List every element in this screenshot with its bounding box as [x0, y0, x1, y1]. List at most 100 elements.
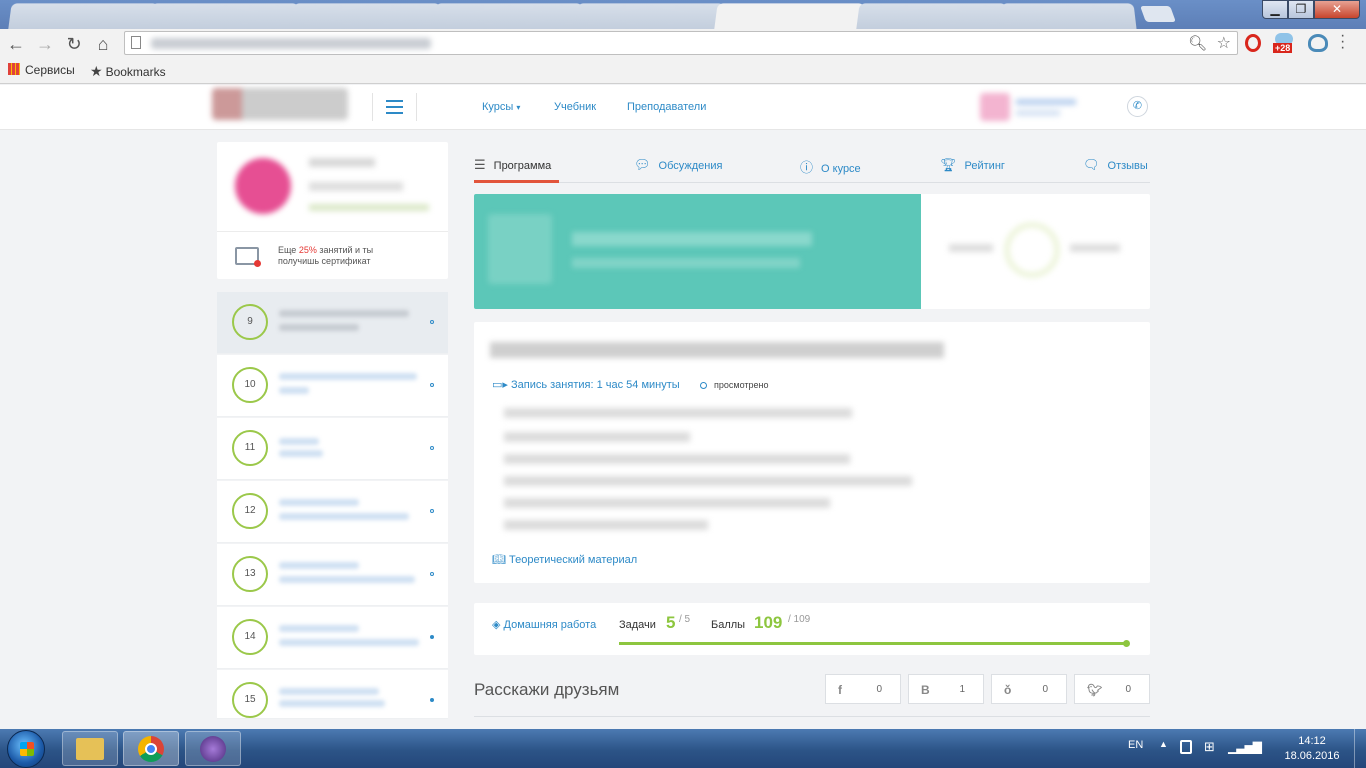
- nav-teachers[interactable]: Преподаватели: [627, 101, 706, 113]
- browser-tab-active[interactable]: [714, 3, 868, 30]
- nav-courses[interactable]: Курсы ▾: [482, 101, 520, 113]
- tab-label: О курсе: [821, 163, 861, 175]
- tab-discussions[interactable]: 💬︎ Обсуждения: [634, 157, 722, 173]
- trophy-icon: 🏆︎: [940, 157, 957, 172]
- lesson-item[interactable]: 10: [217, 355, 448, 417]
- banner-info: [1070, 244, 1120, 252]
- active-tab-underline: [474, 180, 559, 183]
- divider: [217, 231, 448, 232]
- homework-progress-fill: [619, 642, 1127, 645]
- site-logo[interactable]: [212, 88, 348, 120]
- tabs-divider: [474, 182, 1150, 183]
- status-dot-icon: [430, 446, 434, 450]
- show-desktop-button[interactable]: [1354, 729, 1366, 768]
- lesson-number: 12: [232, 493, 268, 529]
- browser-tab[interactable]: [574, 3, 728, 30]
- tab-label: Программа: [493, 160, 552, 172]
- app-taskbar-button[interactable]: [185, 731, 241, 766]
- browser-tab[interactable]: [8, 3, 162, 30]
- share-twitter-button[interactable]: 🐦︎ 0: [1074, 674, 1150, 704]
- chrome-taskbar-button[interactable]: [123, 731, 179, 766]
- lesson-item[interactable]: 13: [217, 544, 448, 606]
- menu-icon[interactable]: · · ·: [1340, 28, 1345, 56]
- volume-icon[interactable]: 🔊︎: [1253, 738, 1262, 755]
- nav-textbook[interactable]: Учебник: [554, 101, 596, 113]
- tab-label: Рейтинг: [964, 160, 1005, 172]
- share-ok-button[interactable]: ǒ0: [991, 674, 1067, 704]
- browser-tabstrip: ▁ ❐ ✕: [0, 0, 1366, 30]
- browser-tab[interactable]: [856, 3, 1010, 30]
- extension-icon[interactable]: [1308, 34, 1328, 52]
- new-tab-button[interactable]: [1140, 6, 1176, 22]
- status-dot-icon: [430, 698, 434, 702]
- reload-icon[interactable]: ↻: [63, 33, 85, 55]
- browser-tab[interactable]: [432, 3, 586, 30]
- battery-icon[interactable]: [1180, 740, 1192, 754]
- cert-suffix: занятий и ты: [319, 245, 374, 255]
- start-button[interactable]: [7, 730, 45, 768]
- maximize-button[interactable]: ❐: [1288, 0, 1314, 19]
- windows-flag-icon[interactable]: ⊞: [1204, 739, 1215, 755]
- theory-link[interactable]: 📖︎ Теоретический материал: [492, 553, 637, 566]
- status-dot-icon: [430, 635, 434, 639]
- tab-about[interactable]: ⓘ О курсе: [800, 157, 861, 176]
- certificate-icon: [235, 247, 261, 267]
- recording-link[interactable]: ▭▸ Запись занятия: 1 час 54 минуты: [492, 378, 680, 391]
- progress-knob: [1123, 640, 1130, 647]
- browser-tab[interactable]: [148, 3, 302, 30]
- browser-tab[interactable]: [998, 3, 1137, 30]
- cert-percent: 25%: [298, 245, 317, 255]
- tasks-done: 5: [666, 613, 676, 632]
- lesson-item[interactable]: 14: [217, 607, 448, 669]
- extension-icon[interactable]: +28: [1273, 33, 1297, 55]
- bookmark-label: Bookmarks: [105, 65, 166, 79]
- bookmarks-bar: Сервисы ★ Bookmarks: [0, 58, 1366, 84]
- bookmark-apps[interactable]: Сервисы: [8, 63, 75, 77]
- browser-tab[interactable]: [290, 3, 444, 30]
- share-facebook-button[interactable]: f0: [825, 674, 901, 704]
- profile-stats: [309, 204, 429, 211]
- tab-program[interactable]: ☰ Программа: [474, 157, 551, 173]
- twitter-icon: 🐦︎: [1087, 683, 1103, 697]
- lesson-item[interactable]: 12: [217, 481, 448, 543]
- forward-icon[interactable]: →: [34, 33, 56, 55]
- topic-line: [504, 432, 690, 442]
- hamburger-menu-icon[interactable]: [386, 100, 403, 114]
- theory-label: Теоретический материал: [509, 554, 638, 566]
- back-icon[interactable]: ←: [5, 33, 27, 55]
- share-count: 0: [1125, 684, 1131, 695]
- lesson-item[interactable]: 11: [217, 418, 448, 480]
- zoom-icon[interactable]: 🔍︎: [1188, 34, 1207, 52]
- phone-icon[interactable]: ✆: [1127, 96, 1148, 117]
- tab-rating[interactable]: 🏆︎ Рейтинг: [940, 157, 1005, 173]
- homework-link[interactable]: ◈ Домашняя работа: [492, 618, 596, 631]
- lesson-number: 13: [232, 556, 268, 592]
- tab-reviews[interactable]: 🗨︎ Отзывы: [1083, 157, 1148, 173]
- folder-icon: [76, 738, 104, 760]
- explorer-taskbar-button[interactable]: [62, 731, 118, 766]
- nav-courses-label: Курсы: [482, 101, 514, 113]
- language-indicator[interactable]: EN: [1128, 739, 1143, 751]
- share-count: 1: [959, 684, 965, 695]
- certificate-text: Еще 25% занятий и ты получишь сертификат: [278, 245, 373, 267]
- bookmark-star-icon[interactable]: ☆: [1217, 33, 1231, 53]
- chat-icon: 💬︎: [634, 157, 651, 172]
- minimize-button[interactable]: ▁: [1262, 0, 1288, 19]
- lesson-item[interactable]: 9: [217, 292, 448, 354]
- clock[interactable]: 14:12 18.06.2016: [1280, 734, 1344, 764]
- tray-expand-icon[interactable]: ▲: [1159, 739, 1168, 749]
- lesson-number: 9: [232, 304, 268, 340]
- close-window-button[interactable]: ✕: [1314, 0, 1360, 19]
- user-profile[interactable]: [980, 91, 1086, 123]
- bookmark-label: Сервисы: [25, 63, 75, 77]
- opera-extension-icon[interactable]: [1245, 34, 1261, 52]
- points-label: Баллы: [711, 619, 746, 631]
- lesson-item[interactable]: 15: [217, 670, 448, 719]
- bookmark-folder[interactable]: ★ Bookmarks: [90, 63, 166, 80]
- address-bar[interactable]: 🔍︎ ☆: [124, 31, 1238, 55]
- apps-grid-icon: [8, 63, 20, 75]
- cert-suffix: получишь сертификат: [278, 256, 371, 266]
- divider: [474, 716, 1150, 717]
- home-icon[interactable]: ⌂: [92, 33, 114, 55]
- share-vk-button[interactable]: В1: [908, 674, 984, 704]
